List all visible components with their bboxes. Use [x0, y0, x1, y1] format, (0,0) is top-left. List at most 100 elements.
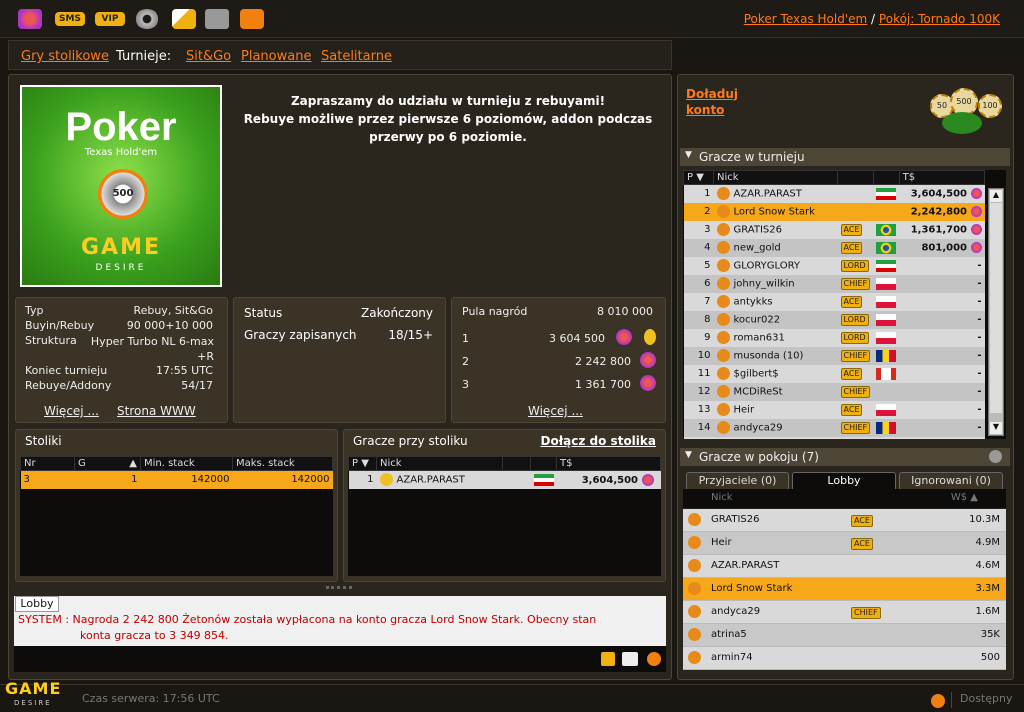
col-header[interactable]: G ▲ — [74, 456, 141, 471]
col-header[interactable]: T$ — [898, 170, 986, 185]
room-row[interactable]: Lord Snow Stark 3.3M — [683, 578, 1006, 601]
scroll-down-icon[interactable]: ▼ — [990, 422, 1002, 434]
recharge-chips-icon[interactable]: 50 500 100 — [930, 88, 1006, 138]
col-header[interactable] — [872, 170, 900, 185]
players-title: Gracze w turnieju — [699, 150, 805, 164]
player-row[interactable]: 10 musonda (10) CHIEF - — [683, 346, 985, 365]
player-nick: Lord Snow Stark — [711, 583, 793, 594]
col-header[interactable] — [837, 170, 874, 185]
server-time: Czas serwera: 17:56 UTC — [82, 692, 220, 705]
recharge-link[interactable]: Doładuj konto — [686, 86, 738, 118]
col-header[interactable]: Nick — [713, 170, 838, 185]
player-row[interactable]: 1 AZAR.PARAST 3,604,500 — [683, 184, 985, 203]
room-header[interactable]: ▼ Gracze w pokoju (7) — [680, 448, 1010, 466]
www-link[interactable]: Strona WWW — [117, 404, 196, 418]
logo-game-text: GAME — [80, 235, 161, 260]
cards-icon[interactable] — [172, 9, 196, 29]
col-header[interactable]: Maks. stack — [232, 456, 333, 471]
player-row[interactable]: 5 GLORYGLORY LORD - — [683, 256, 985, 275]
player-nick: $gilbert$ — [713, 364, 838, 383]
book-icon[interactable] — [622, 652, 638, 666]
col-header[interactable] — [530, 456, 557, 471]
tab-ignored[interactable]: Ignorowani (0) — [899, 472, 1003, 489]
gift-icon[interactable] — [240, 9, 264, 29]
player-row[interactable]: 8 kocur022 LORD - — [683, 310, 985, 329]
col-header[interactable]: Nick — [711, 492, 733, 503]
splitter-handle[interactable] — [326, 586, 352, 589]
join-table-link[interactable]: Dołącz do stolika — [541, 434, 656, 448]
player-nick: AZAR.PARAST — [376, 470, 503, 489]
crumb-room-link[interactable]: Pokój: Tornado 100K — [879, 12, 1000, 26]
chat-message: SYSTEM : Nagroda 2 242 800 Żetonów zosta… — [18, 612, 658, 644]
info-more-link[interactable]: Więcej ... — [44, 404, 99, 418]
player-row[interactable]: 2 Lord Snow Stark 2,242,800 — [683, 202, 985, 221]
tab-friends[interactable]: Przyjaciele (0) — [686, 472, 789, 489]
nav-sitgo-link[interactable]: Sit&Go — [186, 49, 231, 64]
tab-lobby-room[interactable]: Lobby — [792, 472, 896, 489]
prize-more-link[interactable]: Więcej ... — [528, 404, 583, 418]
col-header[interactable]: T$ — [556, 456, 661, 471]
room-row[interactable]: GRATIS26 ACE 10.3M — [683, 509, 1006, 532]
nav-satellite-link[interactable]: Satelitarne — [321, 49, 392, 64]
footer-game-logo[interactable]: GAME — [5, 679, 61, 698]
players-list: P ▼ Nick T$ 1 AZAR.PARAST 3,604,500 2 Lord … — [683, 170, 1006, 439]
sms-icon[interactable]: SMS — [55, 12, 85, 26]
chips-icon[interactable] — [18, 9, 42, 29]
player-amount: - — [899, 292, 985, 311]
player-nick: kocur022 — [713, 310, 838, 329]
player-avatar-icon — [688, 651, 701, 664]
room-row[interactable]: atrina5 35K — [683, 624, 1006, 647]
player-place: 8 — [683, 310, 714, 329]
player-row[interactable]: 7 antykks ACE - — [683, 292, 985, 311]
col-header[interactable] — [502, 456, 531, 471]
col-header[interactable]: Min. stack — [140, 456, 233, 471]
camera-icon[interactable] — [205, 9, 229, 29]
player-row[interactable]: 11 $gilbert$ ACE - — [683, 364, 985, 383]
nav-scheduled-link[interactable]: Planowane — [241, 49, 311, 64]
player-avatar-icon — [716, 205, 730, 218]
chips-icon — [640, 375, 656, 391]
player-row[interactable]: 4 new_gold ACE 801,000 — [683, 238, 985, 257]
player-row[interactable]: 13 Heir ACE - — [683, 400, 985, 419]
table-row[interactable]: 3 1 142000 142000 — [20, 470, 333, 489]
rank-badge: LORD — [840, 331, 869, 344]
player-row[interactable]: 9 roman631 LORD - — [683, 328, 985, 347]
nav-tables-link[interactable]: Gry stolikowe — [21, 49, 109, 64]
folder-icon[interactable] — [601, 652, 615, 666]
room-row[interactable]: andyca29 CHIEF 1.6M — [683, 601, 1006, 624]
room-row[interactable]: Heir ACE 4.9M — [683, 532, 1006, 555]
gear-icon[interactable] — [989, 450, 1002, 463]
player-row[interactable]: 12 MCDiReSt CHIEF - — [683, 382, 985, 401]
col-header[interactable]: W$ ▲ — [951, 492, 978, 503]
online-status[interactable]: Dostępny — [960, 692, 1012, 705]
chips-icon — [641, 473, 654, 486]
scroll-thumb[interactable] — [990, 203, 1002, 413]
room-row[interactable]: AZAR.PARAST 4.6M — [683, 555, 1006, 578]
col-header[interactable]: Nr — [20, 456, 75, 471]
vip-icon[interactable]: VIP — [95, 12, 125, 26]
players-header[interactable]: ▼ Gracze w turnieju — [680, 148, 1010, 166]
room-row[interactable]: armin74 500 — [683, 647, 1006, 670]
col-header[interactable]: Nick — [376, 456, 503, 471]
scroll-up-icon[interactable]: ▲ — [990, 190, 1002, 202]
player-row[interactable]: 3 GRATIS26 ACE 1,361,700 — [683, 220, 985, 239]
status-smiley-icon[interactable] — [931, 694, 945, 708]
tab-lobby[interactable]: Lobby — [15, 596, 59, 612]
player-nick: roman631 — [713, 328, 838, 347]
smiley-icon[interactable] — [647, 652, 661, 666]
table-row[interactable]: 1 AZAR.PARAST 3,604,500 — [348, 470, 661, 489]
message-line: Zapraszamy do udziału w turnieju z rebuy… — [290, 94, 606, 108]
players-scrollbar[interactable]: ▲ ▼ — [988, 188, 1004, 436]
col-header[interactable]: P ▼ — [348, 456, 377, 471]
player-row[interactable]: 6 johny_wilkin CHIEF - — [683, 274, 985, 293]
player-row[interactable]: 14 andyca29 CHIEF - — [683, 418, 985, 437]
player-row[interactable]: 15FERRARI_ENZOVIP- — [683, 436, 985, 439]
col-header[interactable]: P ▼ — [683, 170, 714, 185]
player-nick: new_gold — [713, 238, 838, 257]
flag-iran-icon — [876, 187, 897, 200]
flag-poland-icon — [876, 403, 897, 416]
player-nick: GLORYGLORY — [713, 256, 838, 275]
prize-place: 3 — [462, 378, 469, 391]
gear-icon[interactable] — [135, 9, 159, 29]
crumb-game-link[interactable]: Poker Texas Hold'em — [744, 12, 867, 26]
